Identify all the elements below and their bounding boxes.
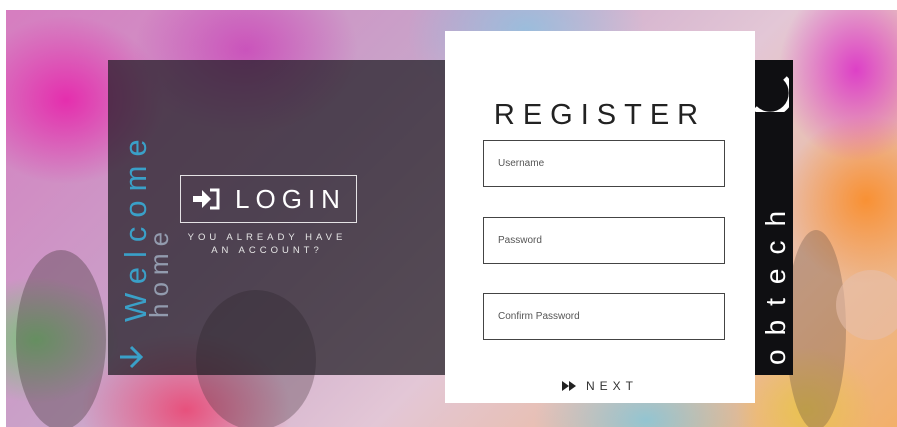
already-account-text: YOU ALREADY HAVE AN ACCOUNT? [172, 231, 362, 257]
login-button[interactable]: LOGIN [180, 175, 357, 223]
password-input[interactable] [484, 218, 724, 263]
password-field [483, 217, 725, 264]
arrow-right-icon [120, 345, 144, 369]
confirm-password-input[interactable] [484, 294, 724, 339]
brand-name: obtech [760, 196, 791, 365]
already-account-line-2: AN ACCOUNT? [211, 245, 323, 256]
username-input[interactable] [484, 141, 724, 186]
already-account-line-1: YOU ALREADY HAVE [187, 232, 347, 243]
home-heading: home [144, 224, 174, 318]
register-title: REGISTER [493, 99, 707, 131]
next-label: NEXT [585, 379, 638, 393]
register-card: REGISTER [445, 31, 755, 403]
fast-forward-icon [561, 381, 576, 391]
login-label: LOGIN [235, 183, 346, 214]
sign-in-icon [193, 188, 220, 210]
confirm-password-field [483, 293, 725, 340]
brand-arc-icon [753, 76, 789, 112]
username-field [483, 140, 725, 187]
next-button[interactable]: NEXT [560, 379, 640, 393]
